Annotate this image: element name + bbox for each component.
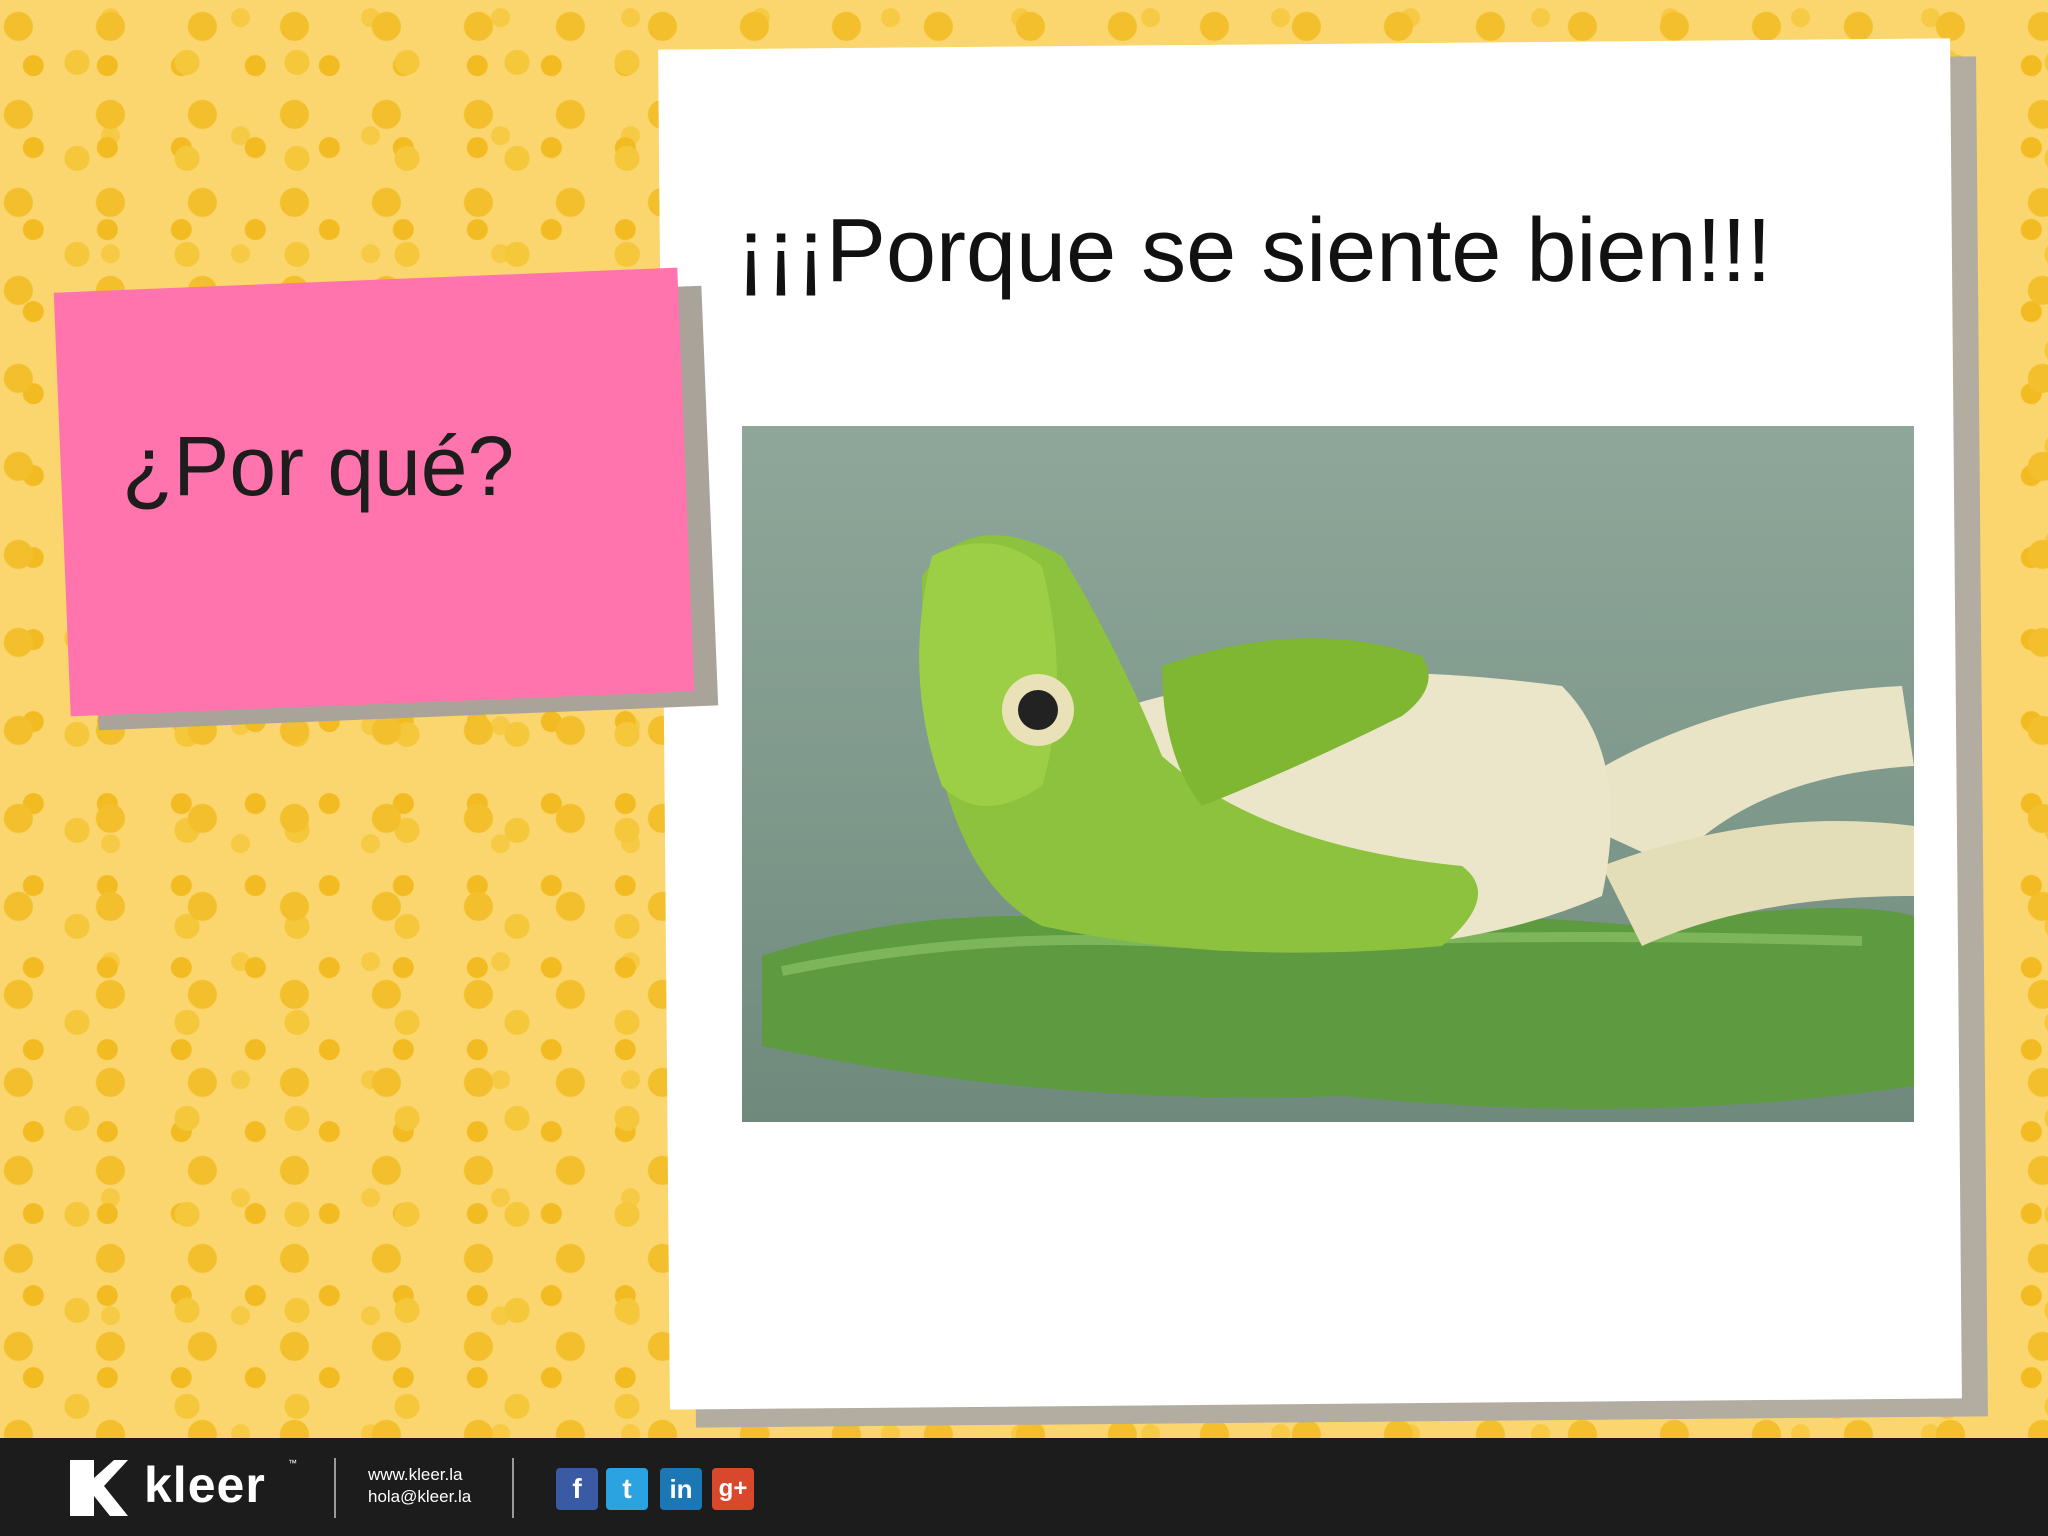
linkedin-icon[interactable]: in xyxy=(660,1468,702,1510)
email-link[interactable]: hola@kleer.la xyxy=(368,1486,471,1508)
brand-trademark: ™ xyxy=(288,1458,297,1468)
kleer-logo-icon xyxy=(70,1460,128,1516)
website-link[interactable]: www.kleer.la xyxy=(368,1464,471,1486)
footer-divider xyxy=(512,1458,514,1518)
brand-name: kleer xyxy=(144,1457,266,1513)
facebook-icon[interactable]: f xyxy=(556,1468,598,1510)
frog-photo xyxy=(742,426,1914,1122)
frog-illustration xyxy=(742,426,1914,1122)
footer-divider xyxy=(334,1458,336,1518)
answer-heading: ¡¡¡Porque se siente bien!!! xyxy=(736,201,1772,301)
footer-bar: kleer ™ www.kleer.la hola@kleer.la f t i… xyxy=(0,1438,2048,1536)
question-heading: ¿Por qué? xyxy=(122,419,515,513)
contact-info: www.kleer.la hola@kleer.la xyxy=(368,1464,471,1508)
google-plus-icon[interactable]: g+ xyxy=(712,1468,754,1510)
twitter-icon[interactable]: t xyxy=(606,1468,648,1510)
